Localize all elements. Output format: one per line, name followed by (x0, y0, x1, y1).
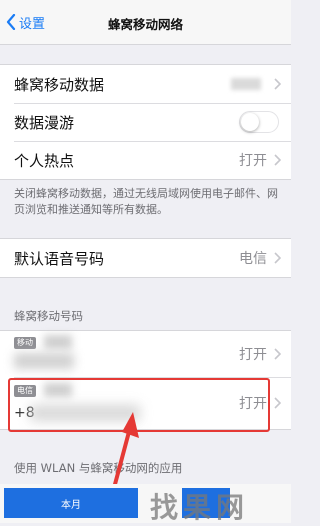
carrier-line-1[interactable]: 移动 打开 (0, 331, 291, 377)
page-title: 蜂窝移动网络 (107, 17, 183, 32)
data-roaming-label: 数据漫游 (14, 113, 75, 132)
carrier-line-value: 打开 (239, 347, 267, 363)
data-roaming-row: 数据漫游 (0, 103, 291, 141)
watermark-logo: 找果网 (150, 491, 250, 524)
carrier-badge: 移动 (14, 337, 36, 349)
personal-hotspot-value: 打开 (239, 153, 267, 169)
default-voice-row[interactable]: 默认语音号码 电信 (0, 239, 291, 277)
personal-hotspot-row[interactable]: 个人热点 打开 (0, 141, 291, 179)
chevron-right-icon (274, 397, 281, 409)
chevron-right-icon (274, 78, 281, 90)
navigation-bar: 设置 蜂窝移动网络 (0, 0, 291, 45)
chevron-right-icon (274, 348, 281, 360)
cellular-settings-group: 蜂窝移动数据 数据漫游 个人热点 打开 (0, 64, 291, 180)
cellular-data-footnote: 关闭蜂窝移动数据，通过无线局域网使用电子邮件、网页浏览和推送通知等所有数据。 (14, 187, 278, 216)
data-roaming-toggle[interactable] (239, 111, 279, 133)
cellular-data-row[interactable]: 蜂窝移动数据 (0, 65, 291, 103)
redacted-badge (44, 335, 72, 349)
cellular-data-label: 蜂窝移动数据 (14, 75, 105, 94)
default-voice-label: 默认语音号码 (14, 249, 105, 268)
tab-this-month[interactable]: 本月 (4, 488, 138, 518)
personal-hotspot-label: 个人热点 (14, 151, 75, 170)
redacted-number (14, 353, 74, 369)
default-voice-group: 默认语音号码 电信 (0, 238, 291, 278)
chevron-right-icon (274, 252, 281, 264)
default-voice-value: 电信 (239, 251, 267, 267)
apps-section-header: 使用 WLAN 与蜂窝移动网的应用 (14, 461, 183, 475)
cellular-numbers-header: 蜂窝移动号码 (14, 309, 83, 323)
chevron-right-icon (274, 154, 281, 166)
redacted-value (231, 78, 261, 90)
